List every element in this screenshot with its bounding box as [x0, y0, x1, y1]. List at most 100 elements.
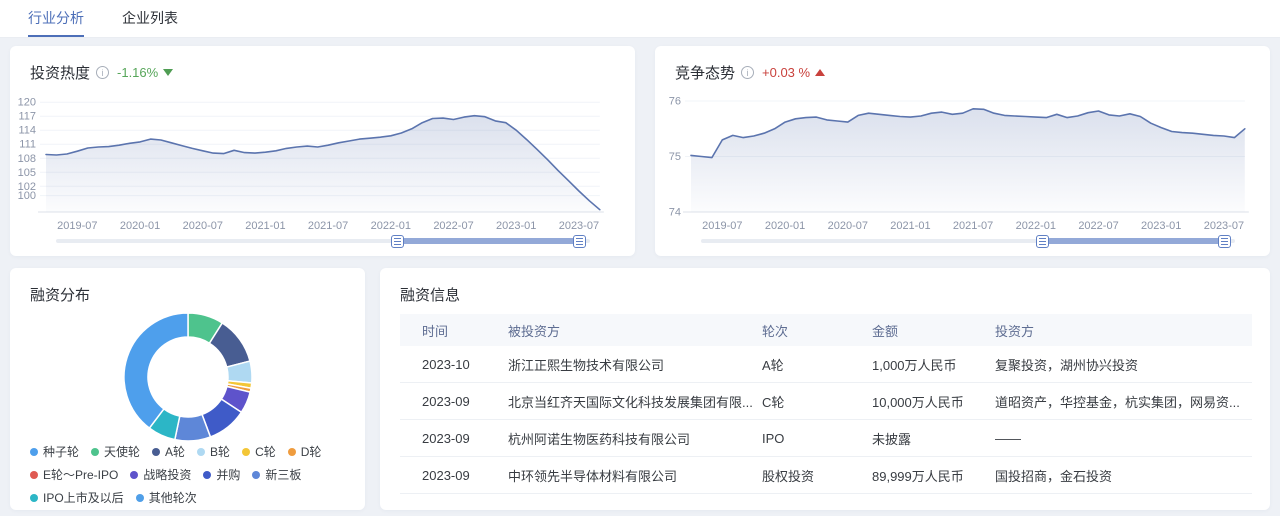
table-cell-amount: 未披露 [872, 420, 995, 457]
table-row: 2023-10浙江正熙生物技术有限公司A轮1,000万人民币复聚投资，湖州协兴投… [400, 346, 1252, 383]
legend-dot-icon [252, 471, 260, 479]
legend-item[interactable]: 新三板 [252, 466, 301, 483]
table-cell-investors: 国投招商，金石投资 [995, 457, 1252, 494]
legend-item[interactable]: 天使轮 [91, 443, 140, 460]
investment-heat-card: 投资热度 i -1.16% 12011711411110810510210020… [10, 46, 635, 256]
datazoom-selected-range[interactable] [1042, 238, 1224, 244]
table-row: 2023-09中环领先半导体材料有限公司股权投资89,999万人民币国投招商，金… [400, 457, 1252, 494]
legend-dot-icon [130, 471, 138, 479]
datazoom-selected-range[interactable] [397, 238, 579, 244]
table-cell-investee: 北京当红齐天国际文化科技发展集团有限... [508, 383, 762, 420]
table-cell-investee: 杭州阿诺生物医药科技有限公司 [508, 420, 762, 457]
legend-label: 新三板 [265, 466, 301, 483]
table-cell-round: A轮 [762, 346, 872, 383]
tab-industry-analysis[interactable]: 行业分析 [28, 0, 84, 37]
funding-info-header: 融资信息 [380, 268, 1270, 304]
legend-dot-icon [152, 448, 160, 456]
svg-text:76: 76 [669, 96, 681, 108]
datazoom-handle-right[interactable] [573, 235, 586, 248]
legend-item[interactable]: 种子轮 [30, 443, 79, 460]
legend-label: E轮～Pre-IPO [43, 466, 118, 483]
svg-text:2020-01: 2020-01 [765, 220, 805, 232]
legend-item[interactable]: A轮 [152, 443, 185, 460]
svg-text:108: 108 [18, 153, 36, 165]
svg-text:111: 111 [19, 139, 36, 151]
table-cell-investors: 道昭资产，华控基金，杭实集团，网易资... [995, 383, 1252, 420]
legend-dot-icon [197, 448, 205, 456]
funding-table-wrap: 时间被投资方轮次金额投资方 2023-10浙江正熙生物技术有限公司A轮1,000… [400, 314, 1252, 494]
svg-text:2020-07: 2020-07 [828, 220, 868, 232]
svg-text:100: 100 [18, 190, 36, 202]
legend-item[interactable]: 其他轮次 [136, 489, 197, 506]
svg-text:2022-01: 2022-01 [371, 220, 411, 232]
legend-item[interactable]: C轮 [242, 443, 276, 460]
legend-item[interactable]: E轮～Pre-IPO [30, 466, 118, 483]
svg-text:2023-07: 2023-07 [1204, 220, 1244, 232]
svg-text:2020-01: 2020-01 [120, 220, 160, 232]
datazoom-handle-left[interactable] [1036, 235, 1049, 248]
svg-text:74: 74 [669, 207, 681, 219]
competition-card: 竞争态势 i +0.03 % 7675742019-072020-012020-… [655, 46, 1270, 256]
donut-slice[interactable] [124, 313, 188, 428]
legend-label: A轮 [165, 443, 185, 460]
legend-item[interactable]: 并购 [203, 466, 240, 483]
datazoom-handle-left[interactable] [391, 235, 404, 248]
table-cell-amount: 1,000万人民币 [872, 346, 995, 383]
table-cell-investee: 浙江正熙生物技术有限公司 [508, 346, 762, 383]
svg-text:2022-01: 2022-01 [1016, 220, 1056, 232]
table-cell-round: C轮 [762, 383, 872, 420]
legend-dot-icon [203, 471, 211, 479]
legend-item[interactable]: B轮 [197, 443, 230, 460]
table-header-cell: 时间 [400, 314, 508, 346]
legend-dot-icon [91, 448, 99, 456]
table-header-cell: 被投资方 [508, 314, 762, 346]
legend-item[interactable]: IPO上市及以后 [30, 489, 124, 506]
svg-text:2023-01: 2023-01 [496, 220, 536, 232]
funding-table: 时间被投资方轮次金额投资方 2023-10浙江正熙生物技术有限公司A轮1,000… [400, 314, 1252, 494]
table-cell-time: 2023-09 [400, 383, 508, 420]
legend-item[interactable]: D轮 [288, 443, 322, 460]
legend-label: D轮 [301, 443, 322, 460]
svg-text:105: 105 [18, 167, 36, 179]
svg-text:2021-07: 2021-07 [308, 220, 348, 232]
legend-dot-icon [30, 471, 38, 479]
table-cell-investee: 中环领先半导体材料有限公司 [508, 457, 762, 494]
competition-line-chart[interactable]: 76 75 74 2019-07 2020-01 2020-07 2021-01 2021-0… [655, 46, 1270, 256]
funding-info-card: 融资信息 时间被投资方轮次金额投资方 2023-10浙江正熙生物技术有限公司A轮… [380, 268, 1270, 510]
table-cell-time: 2023-10 [400, 346, 508, 383]
table-cell-time: 2023-09 [400, 457, 508, 494]
top-tab-bar: 行业分析 企业列表 [0, 0, 1280, 38]
datazoom-handle-right[interactable] [1218, 235, 1231, 248]
legend-dot-icon [30, 448, 38, 456]
svg-text:2019-07: 2019-07 [702, 220, 742, 232]
tab-enterprise-list[interactable]: 企业列表 [122, 0, 178, 37]
table-cell-investors: —— [995, 420, 1252, 457]
legend-label: C轮 [255, 443, 276, 460]
table-cell-amount: 89,999万人民币 [872, 457, 995, 494]
legend-dot-icon [242, 448, 250, 456]
legend-dot-icon [136, 494, 144, 502]
svg-text:2023-01: 2023-01 [1141, 220, 1181, 232]
legend-label: 并购 [216, 466, 240, 483]
legend-label: 战略投资 [143, 466, 191, 483]
donut-legend: 种子轮天使轮 A轮 B轮 C轮 D轮 E轮～Pre-IPO 战略投资 并购 新三板 IPO上市及以… [24, 440, 351, 509]
svg-text:117: 117 [18, 111, 36, 123]
svg-text:2021-01: 2021-01 [245, 220, 285, 232]
investment-heat-line-chart[interactable]: 1201171141111081051021002019-072020-0120… [10, 46, 635, 256]
svg-text:120: 120 [18, 97, 36, 109]
svg-text:2022-07: 2022-07 [433, 220, 473, 232]
svg-text:2021-01: 2021-01 [890, 220, 930, 232]
svg-text:2021-07: 2021-07 [953, 220, 993, 232]
table-header-cell: 金额 [872, 314, 995, 346]
svg-text:2020-07: 2020-07 [183, 220, 223, 232]
table-cell-investors: 复聚投资，湖州协兴投资 [995, 346, 1252, 383]
legend-label: IPO上市及以后 [43, 489, 124, 506]
legend-label: 其他轮次 [149, 489, 197, 506]
svg-text:75: 75 [669, 151, 681, 163]
legend-item[interactable]: 战略投资 [130, 466, 191, 483]
svg-text:2023-07: 2023-07 [559, 220, 599, 232]
table-header-cell: 投资方 [995, 314, 1252, 346]
table-row: 2023-09杭州阿诺生物医药科技有限公司IPO未披露—— [400, 420, 1252, 457]
legend-dot-icon [288, 448, 296, 456]
legend-label: 种子轮 [43, 443, 79, 460]
